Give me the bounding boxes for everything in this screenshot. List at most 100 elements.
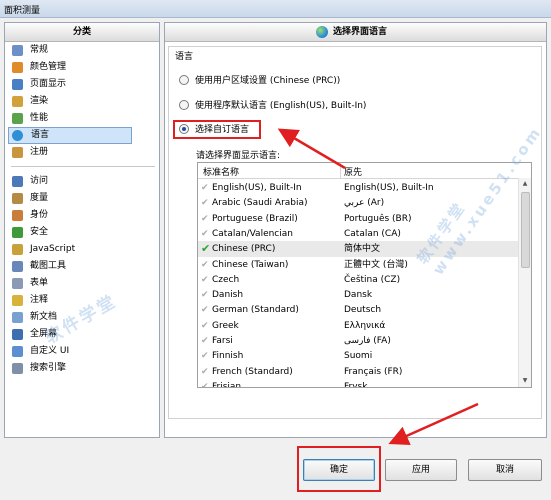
language-native-name: Français (FR) (344, 366, 403, 377)
ok-button[interactable]: 确定 (303, 459, 375, 481)
language-native-name: Português (BR) (344, 213, 412, 224)
check-icon: ✔ (201, 336, 209, 346)
sidebar-item[interactable]: 安全 (8, 224, 132, 241)
language-standard-name: Arabic (Saudi Arabia) (212, 198, 308, 209)
language-row[interactable]: ✔ German (Standard) Deutsch (198, 302, 518, 318)
sidebar-item[interactable]: 截图工具 (8, 258, 132, 275)
sidebar-item-label: 度量 (30, 193, 49, 203)
sidebar-item-label: 访问 (30, 176, 49, 186)
language-standard-name: French (Standard) (212, 366, 293, 377)
shield-icon (12, 227, 23, 238)
sidebar-item-label: 常规 (30, 45, 49, 55)
sidebar-item[interactable]: JavaScript (8, 241, 132, 258)
check-icon: ✔ (201, 290, 209, 301)
comment-icon (12, 295, 23, 306)
language-native-name: Frysk (344, 381, 368, 388)
language-settings-panel: 选择界面语言 语言 使用用户区域设置 (Chinese (PRC)) 使用程序默… (164, 22, 547, 438)
language-native-name: Dansk (344, 290, 373, 301)
check-icon: ✔ (201, 320, 209, 331)
language-standard-name: Danish (212, 290, 244, 301)
language-row[interactable]: ✔ Finnish Suomi (198, 348, 518, 364)
language-row[interactable]: ✔ Frisian Frysk (198, 379, 518, 388)
sidebar-item-label: 性能 (30, 113, 49, 123)
sidebar-item-label: 表单 (30, 278, 49, 288)
radio-dot (179, 75, 189, 85)
user-icon (12, 147, 23, 158)
sidebar-item[interactable]: 身份 (8, 207, 132, 224)
language-native-name: 正體中文 (台灣) (344, 259, 408, 270)
sidebar-item[interactable]: 性能 (8, 110, 132, 127)
scroll-down-icon[interactable]: ▼ (519, 375, 531, 387)
sidebar-item[interactable]: 注册 (8, 144, 132, 161)
language-row[interactable]: ✔ Chinese (Taiwan) 正體中文 (台灣) (198, 257, 518, 273)
language-native-name: فارسی (FA) (344, 336, 391, 346)
language-row[interactable]: ✔ Czech Čeština (CZ) (198, 272, 518, 288)
apply-button[interactable]: 应用 (385, 459, 457, 481)
language-standard-name: Chinese (Taiwan) (212, 259, 289, 270)
check-icon: ✔ (201, 198, 209, 209)
language-standard-name: Greek (212, 320, 239, 331)
list-scrollbar[interactable]: ▲ ▼ (518, 178, 531, 387)
window-title: 面积测量 (4, 6, 41, 16)
scroll-up-icon[interactable]: ▲ (519, 178, 531, 190)
sidebar-item[interactable]: 常规 (8, 42, 132, 59)
sidebar-item-label: 安全 (30, 227, 49, 237)
new-document-icon (12, 312, 23, 323)
globe-icon (12, 130, 23, 141)
group-label: 语言 (175, 52, 194, 62)
language-standard-name: Catalan/Valencian (212, 228, 293, 239)
panel-title: 选择界面语言 (333, 27, 388, 37)
radio-label: 使用程序默认语言 (English(US), Built-In) (195, 101, 367, 111)
check-icon: ✔ (201, 381, 209, 388)
language-native-name: 简体中文 (344, 244, 381, 255)
custom-ui-icon (12, 346, 23, 357)
language-standard-name: Czech (212, 274, 240, 285)
sidebar-item[interactable]: 渲染 (8, 93, 132, 110)
fullscreen-icon (12, 329, 23, 340)
language-native-name: Deutsch (344, 305, 382, 316)
column-native-name[interactable]: 原先 (344, 165, 362, 178)
checklist-icon (12, 45, 23, 56)
radio-default-language[interactable]: 使用程序默认语言 (English(US), Built-In) (179, 99, 366, 113)
sidebar-item[interactable]: 颜色管理 (8, 59, 132, 76)
sidebar-item[interactable]: 表单 (8, 275, 132, 292)
cancel-button[interactable]: 取消 (468, 459, 542, 481)
column-divider (340, 163, 341, 178)
language-row[interactable]: ✔ Chinese (PRC) 简体中文 (198, 241, 518, 258)
palette-icon (12, 62, 23, 73)
sidebar-item[interactable]: 自定义 UI (8, 343, 132, 360)
column-standard-name[interactable]: 标准名称 (203, 165, 239, 178)
sidebar-item[interactable]: 页面显示 (8, 76, 132, 93)
language-native-name: عربي (Ar) (344, 198, 385, 209)
check-icon: ✔ (201, 242, 211, 256)
language-row[interactable]: ✔ Farsi فارسی (FA) (198, 333, 518, 349)
sidebar-item-label: 注册 (30, 147, 49, 157)
check-icon: ✔ (201, 366, 209, 377)
sidebar-header: 分类 (5, 23, 159, 42)
check-icon: ✔ (201, 228, 209, 239)
sidebar-item[interactable]: 访问 (8, 173, 132, 190)
render-icon (12, 96, 23, 107)
search-icon (12, 363, 23, 374)
sidebar-item-label: JavaScript (30, 244, 76, 254)
sidebar-item[interactable]: 搜索引擎 (8, 360, 132, 377)
panel-header: 选择界面语言 (165, 23, 546, 42)
language-row[interactable]: ✔ Danish Dansk (198, 287, 518, 303)
language-native-name: Ελληνικά (344, 320, 386, 331)
check-icon: ✔ (201, 274, 209, 285)
radio-user-locale[interactable]: 使用用户区域设置 (Chinese (PRC)) (179, 74, 340, 88)
sidebar-item-label: 语言 (31, 130, 50, 140)
language-row[interactable]: ✔ Greek Ελληνικά (198, 318, 518, 334)
language-row[interactable]: ✔ French (Standard) Français (FR) (198, 364, 518, 380)
category-sidebar: 分类 常规颜色管理 页面显示渲染性能语言注册访问度量身份安全 JavaScript 截… (4, 22, 160, 438)
sidebar-item[interactable]: 语言 (8, 127, 132, 144)
sidebar-item[interactable]: 度量 (8, 190, 132, 207)
language-native-name: English(US), Built-In (344, 183, 434, 193)
language-standard-name: English(US), Built-In (212, 183, 302, 193)
sidebar-item-label: 渲染 (30, 96, 49, 106)
scroll-thumb[interactable] (521, 192, 530, 268)
radio-dot (179, 100, 189, 110)
language-standard-name: Chinese (PRC) (212, 244, 276, 255)
language-standard-name: Finnish (212, 351, 244, 362)
sidebar-item-label: 搜索引擎 (30, 363, 67, 373)
